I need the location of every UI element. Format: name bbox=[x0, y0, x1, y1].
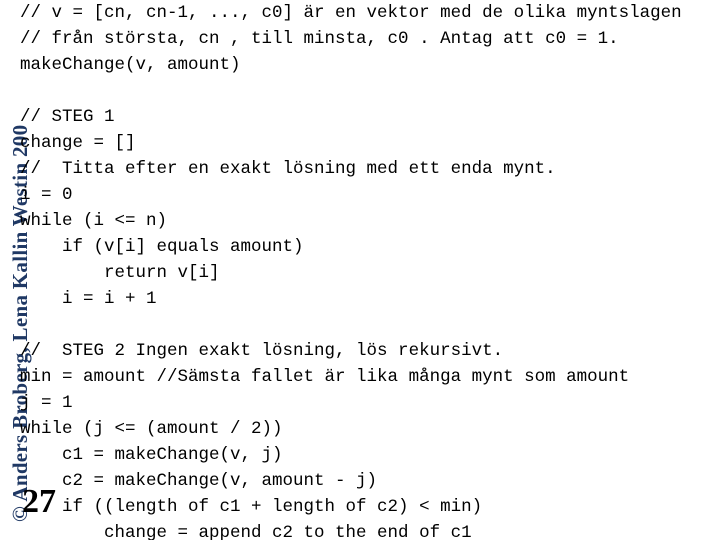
code-line: i = i + 1 bbox=[20, 289, 157, 309]
code-line: change = [] bbox=[20, 133, 136, 153]
code-line: change = append c2 to the end of c1 bbox=[20, 523, 472, 540]
page-number: 27 bbox=[22, 483, 56, 520]
code-line: // v = [cn, cn-1, ..., c0] är en vektor … bbox=[20, 3, 682, 23]
code-line: c2 = makeChange(v, amount - j) bbox=[20, 471, 378, 491]
code-line: return v[i] bbox=[20, 263, 220, 283]
code-line: min = amount //Sämsta fallet är lika mån… bbox=[20, 367, 630, 387]
code-line: // STEG 2 Ingen exakt lösning, lös rekur… bbox=[20, 341, 504, 361]
pseudocode-block: // v = [cn, cn-1, ..., c0] är en vektor … bbox=[20, 0, 720, 540]
code-line: if (v[i] equals amount) bbox=[20, 237, 304, 257]
code-line: // Titta efter en exakt lösning med ett … bbox=[20, 159, 556, 179]
code-line: // från största, cn , till minsta, c0 . … bbox=[20, 29, 619, 49]
slide-canvas: © Anders Broberg, Lena Kallin Westin 200… bbox=[0, 0, 720, 540]
code-line: c1 = makeChange(v, j) bbox=[20, 445, 283, 465]
code-line: makeChange(v, amount) bbox=[20, 55, 241, 75]
code-line: // STEG 1 bbox=[20, 107, 115, 127]
code-line: if ((length of c1 + length of c2) < min) bbox=[20, 497, 483, 517]
code-line: i = 0 bbox=[20, 185, 73, 205]
code-line: while (i <= n) bbox=[20, 211, 168, 231]
code-line: while (j <= (amount / 2)) bbox=[20, 419, 283, 439]
code-line: j = 1 bbox=[20, 393, 73, 413]
